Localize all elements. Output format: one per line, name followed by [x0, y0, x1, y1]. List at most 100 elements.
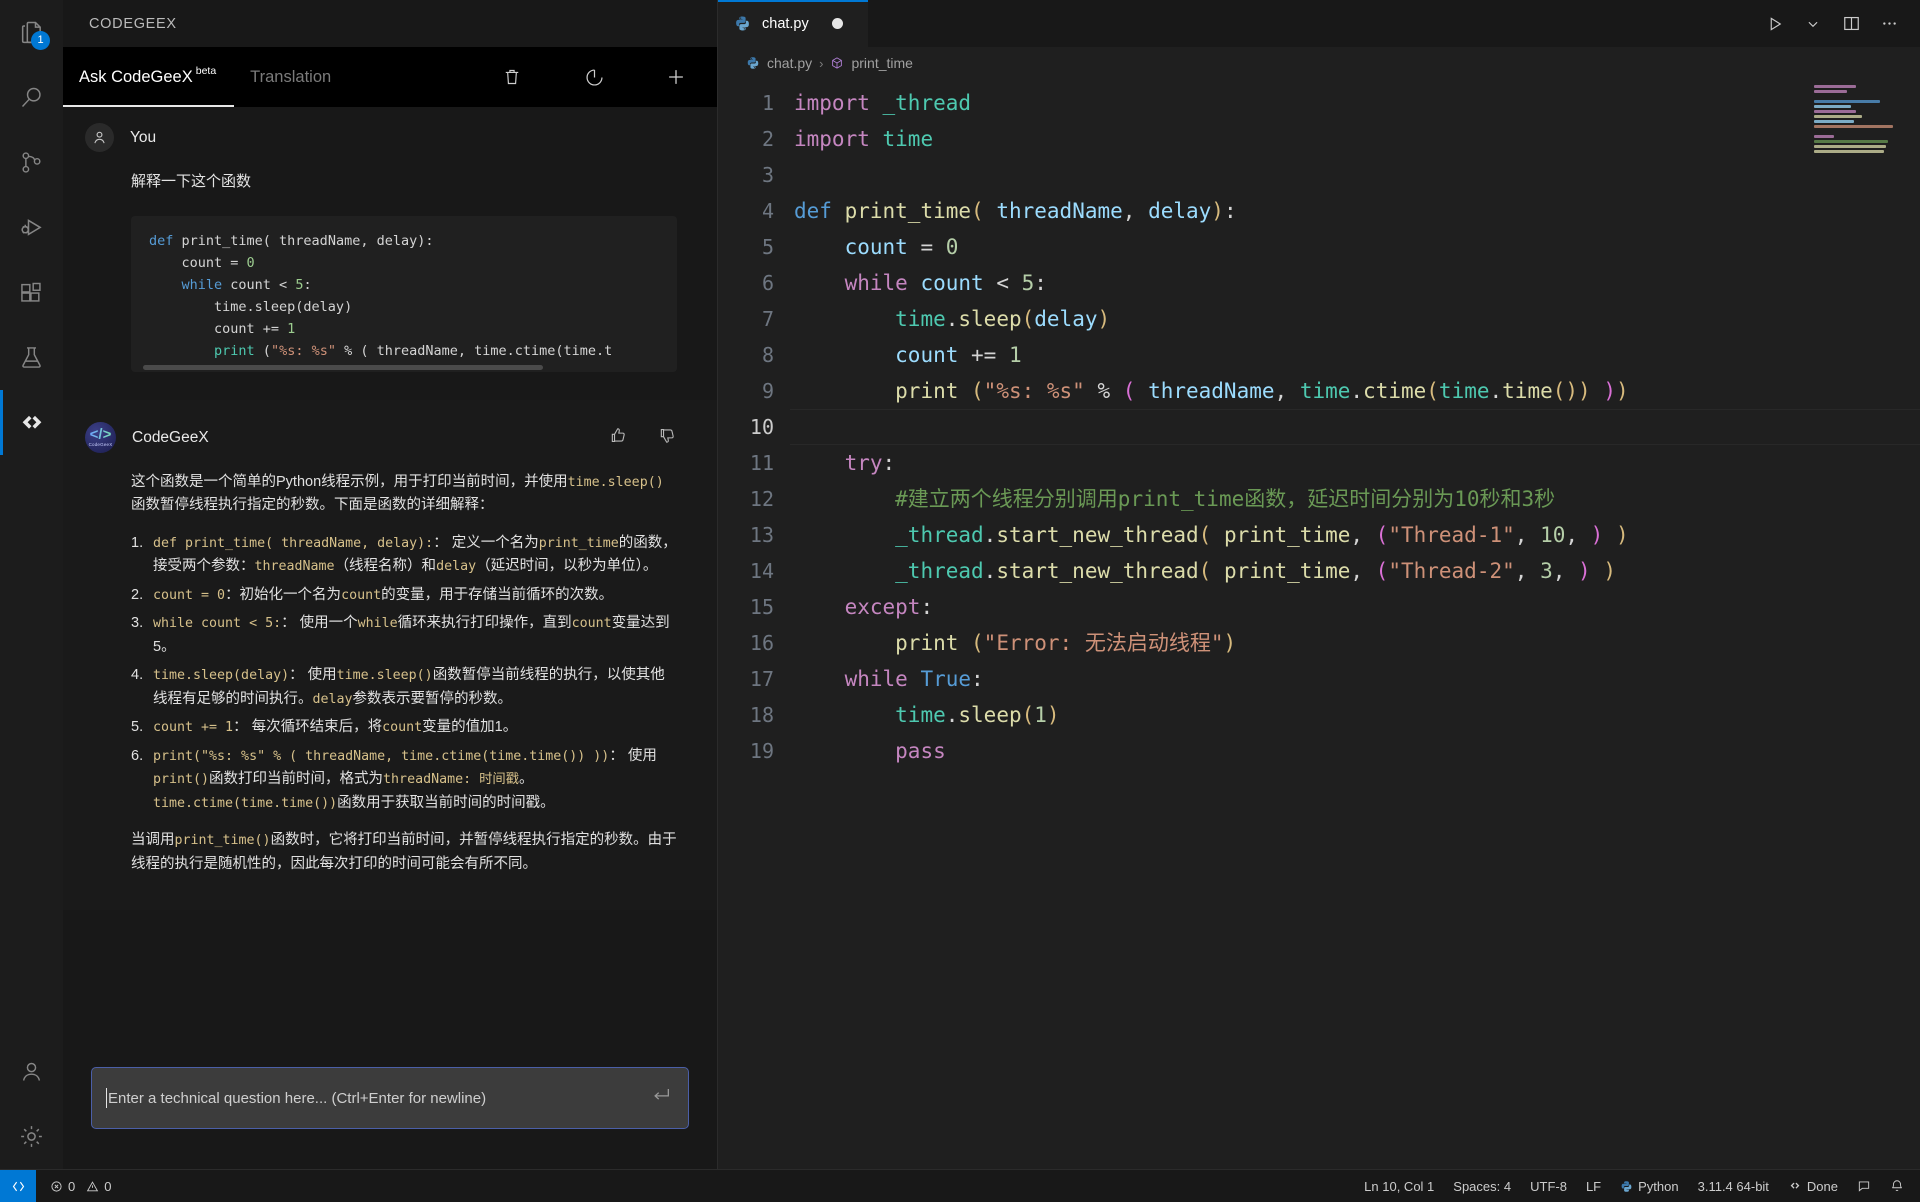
breadcrumb-item-symbol[interactable]: print_time — [830, 55, 913, 71]
code-token: % — [1084, 379, 1123, 403]
eol-status[interactable]: LF — [1586, 1179, 1601, 1194]
code-content[interactable]: import _thread import time def print_time… — [790, 79, 1920, 1169]
activitybar-item-extensions[interactable] — [0, 260, 63, 325]
code-line[interactable]: def print_time( threadName, delay): — [790, 193, 1920, 229]
activitybar-item-codegeex[interactable] — [0, 390, 63, 455]
thumbs-up-button[interactable] — [609, 426, 628, 450]
line-number: 2 — [761, 127, 774, 151]
code-line[interactable]: time.sleep(1) — [790, 697, 1920, 733]
indentation-status[interactable]: Spaces: 4 — [1453, 1179, 1511, 1194]
code-token: time — [895, 703, 946, 727]
minimap[interactable] — [1814, 85, 1906, 153]
breadcrumb-item-file[interactable]: chat.py — [746, 55, 812, 71]
code-token: : — [303, 277, 312, 293]
code-line[interactable]: import _thread — [790, 85, 1920, 121]
code-token: time — [1299, 379, 1351, 403]
line-number: 9 — [761, 379, 774, 403]
inline-code: threadName — [254, 559, 335, 575]
user-code-snippet: def print_time( threadName, delay): coun… — [131, 216, 677, 372]
history-icon — [585, 68, 603, 86]
split-editor-button[interactable] — [1832, 0, 1870, 47]
python-interpreter-status[interactable]: 3.11.4 64-bit — [1698, 1179, 1769, 1194]
send-button[interactable] — [650, 1084, 672, 1112]
encoding-status[interactable]: UTF-8 — [1530, 1179, 1567, 1194]
code-token: _thread — [895, 559, 984, 583]
activitybar-item-source-control[interactable] — [0, 130, 63, 195]
history-button[interactable] — [553, 47, 635, 107]
inline-code: threadName: 时间戳 — [383, 772, 520, 788]
answer-outro-part1: 当调用 — [131, 832, 175, 849]
activitybar-item-search[interactable] — [0, 65, 63, 130]
code-line[interactable]: while count < 5: — [790, 265, 1920, 301]
cursor-position-status[interactable]: Ln 10, Col 1 — [1364, 1179, 1434, 1194]
code-line[interactable]: _thread.start_new_thread( print_time, ("… — [790, 553, 1920, 589]
notifications-button[interactable] — [1890, 1179, 1904, 1193]
run-python-file-button[interactable] — [1756, 0, 1794, 47]
tab-translation[interactable]: Translation — [234, 47, 349, 107]
code-line[interactable]: #建立两个线程分别调用print_time函数，延迟时间分别为10秒和3秒 — [790, 481, 1920, 517]
code-line[interactable]: print ("%s: %s" % ( threadName, time.cti… — [790, 373, 1920, 409]
remote-window-button[interactable] — [0, 1169, 36, 1202]
run-dropdown-button[interactable] — [1794, 0, 1832, 47]
code-line[interactable]: count += 1 — [790, 337, 1920, 373]
more-actions-button[interactable] — [1870, 0, 1908, 47]
code-token: 10 — [1540, 523, 1566, 547]
code-token: 1 — [287, 321, 296, 337]
chat-message-list[interactable]: You 解释一下这个函数 def print_time( threadName,… — [63, 107, 717, 1045]
code-line[interactable]: print ("Error: 无法启动线程") — [790, 625, 1920, 661]
code-line[interactable] — [790, 409, 1920, 445]
problems-status[interactable]: 0 0 — [50, 1179, 111, 1194]
language-mode-status[interactable]: Python — [1620, 1179, 1679, 1194]
code-line[interactable]: import time — [790, 121, 1920, 157]
activitybar-item-manage[interactable] — [0, 1104, 63, 1169]
user-code-pre: def print_time( threadName, delay): coun… — [131, 230, 677, 362]
code-line[interactable]: except: — [790, 589, 1920, 625]
code-line[interactable]: count = 0 — [790, 229, 1920, 265]
code-editor[interactable]: 1 2 3 4 5 6 7 8 9 10 11 12 13 14 15 16 17 18 19 import _th… — [718, 79, 1920, 1169]
code-line[interactable]: time.sleep(delay) — [790, 301, 1920, 337]
source-control-icon — [22, 152, 41, 173]
answer-text-run: 循环来执行打印操作，直到 — [397, 615, 572, 632]
unsaved-indicator-icon[interactable] — [831, 18, 843, 29]
activitybar-item-run-and-debug[interactable] — [0, 195, 63, 260]
thumbs-down-button[interactable] — [658, 426, 677, 450]
clear-chat-button[interactable] — [471, 47, 553, 107]
editor-vertical-scrollbar[interactable] — [1906, 79, 1920, 1169]
editor-tab-chat-py[interactable]: chat.py — [718, 0, 868, 47]
assistant-answer: 这个函数是一个简单的Python线程示例，用于打印当前时间，并使用time.sl… — [131, 471, 677, 876]
code-token: True — [920, 667, 972, 691]
run-debug-icon — [20, 218, 42, 236]
code-token: : — [920, 595, 934, 619]
code-line[interactable]: pass — [790, 733, 1920, 769]
code-line[interactable]: _thread.start_new_thread( print_time, ("… — [790, 517, 1920, 553]
tab-ask-codegeex[interactable]: Ask CodeGeeX beta — [63, 47, 235, 107]
code-line[interactable]: while True: — [790, 661, 1920, 697]
activitybar-item-accounts[interactable] — [0, 1039, 63, 1104]
activitybar-item-testing[interactable] — [0, 325, 63, 390]
feedback-button[interactable] — [1857, 1179, 1871, 1193]
activitybar-item-explorer[interactable]: 1 — [0, 0, 63, 65]
codegeex-status[interactable]: Done — [1788, 1179, 1838, 1194]
line-number: 14 — [749, 559, 774, 583]
chat-input-container[interactable]: Enter a technical question here... (Ctrl… — [91, 1067, 689, 1129]
code-line[interactable] — [790, 157, 1920, 193]
answer-step-item: while count < 5:： 使用一个while循环来执行打印操作，直到c… — [131, 612, 677, 659]
code-token: print_time — [1223, 523, 1351, 547]
new-chat-button[interactable] — [635, 47, 717, 107]
code-horizontal-scrollbar[interactable] — [143, 365, 543, 370]
code-token: time — [882, 127, 934, 151]
code-line[interactable]: try: — [790, 445, 1920, 481]
codegeex-logo-glyph: </> — [89, 425, 112, 443]
